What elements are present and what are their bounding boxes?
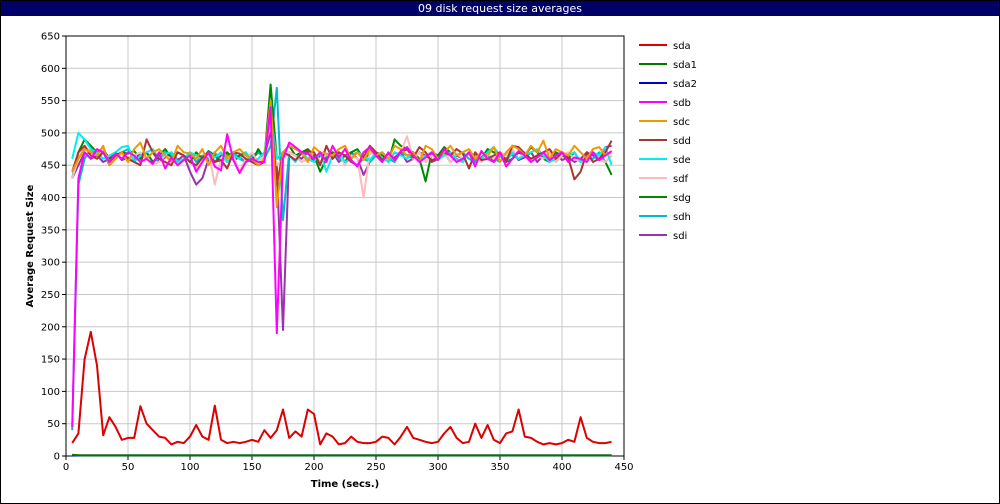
legend-label-sdd: sdd bbox=[673, 136, 691, 147]
legend-label-sdh: sdh bbox=[673, 212, 691, 223]
x-tick-label: 250 bbox=[366, 462, 385, 473]
y-tick-label: 350 bbox=[41, 225, 60, 236]
x-tick-label: 50 bbox=[122, 462, 135, 473]
axis-ticks: 0 50 100 150 200 250 300 350 400 450 0 50 100 150 200 2… bbox=[41, 32, 634, 474]
x-tick-label: 400 bbox=[552, 462, 571, 473]
chart-canvas: 0 50 100 150 200 250 300 350 400 450 0 50 100 150 200 2… bbox=[25, 32, 697, 491]
y-tick-label: 550 bbox=[41, 96, 60, 107]
y-axis-title: Average Request Size bbox=[25, 184, 36, 307]
x-tick-label: 200 bbox=[304, 462, 323, 473]
y-tick-label: 650 bbox=[41, 32, 60, 43]
series-layer bbox=[71, 83, 613, 457]
legend-label-sde: sde bbox=[673, 155, 691, 166]
plot-area bbox=[65, 35, 625, 457]
legend-label-sdb: sdb bbox=[673, 98, 691, 109]
series-line-sda bbox=[71, 330, 612, 446]
y-tick-label: 200 bbox=[41, 322, 60, 333]
series-line-sdh bbox=[71, 86, 613, 431]
y-tick-label: 300 bbox=[41, 258, 60, 269]
y-tick-label: 250 bbox=[41, 290, 60, 301]
x-tick-label: 350 bbox=[490, 462, 509, 473]
x-axis-title: Time (secs.) bbox=[311, 479, 380, 490]
chart-frame: 09 disk request size averages 0 50 100 150 2… bbox=[0, 0, 1000, 504]
y-tick-label: 0 bbox=[54, 452, 60, 463]
grid bbox=[65, 35, 625, 457]
legend-label-sdc: sdc bbox=[673, 117, 690, 128]
x-tick-label: 450 bbox=[614, 462, 633, 473]
y-tick-label: 500 bbox=[41, 128, 60, 139]
y-tick-label: 600 bbox=[41, 64, 60, 75]
y-tick-label: 450 bbox=[41, 161, 60, 172]
y-tick-label: 400 bbox=[41, 193, 60, 204]
legend-label-sda1: sda1 bbox=[673, 60, 697, 71]
series-line-sda1 bbox=[72, 453, 612, 457]
legend-label-sdg: sdg bbox=[673, 193, 691, 204]
y-tick-label: 100 bbox=[41, 387, 60, 398]
legend-label-sdi: sdi bbox=[673, 231, 687, 242]
x-tick-label: 100 bbox=[180, 462, 199, 473]
x-tick-label: 0 bbox=[63, 462, 69, 473]
legend-label-sda2: sda2 bbox=[673, 79, 697, 90]
legend-label-sda: sda bbox=[673, 41, 691, 52]
y-tick-label: 50 bbox=[47, 419, 60, 430]
x-tick-label: 150 bbox=[242, 462, 261, 473]
legend: sda sda1 sda2 sdb sdc sdd sde sdf sdg sdh sdi bbox=[639, 41, 697, 242]
series-line-sdb bbox=[71, 106, 613, 427]
x-tick-label: 300 bbox=[428, 462, 447, 473]
legend-label-sdf: sdf bbox=[673, 174, 689, 185]
y-tick-label: 150 bbox=[41, 355, 60, 366]
